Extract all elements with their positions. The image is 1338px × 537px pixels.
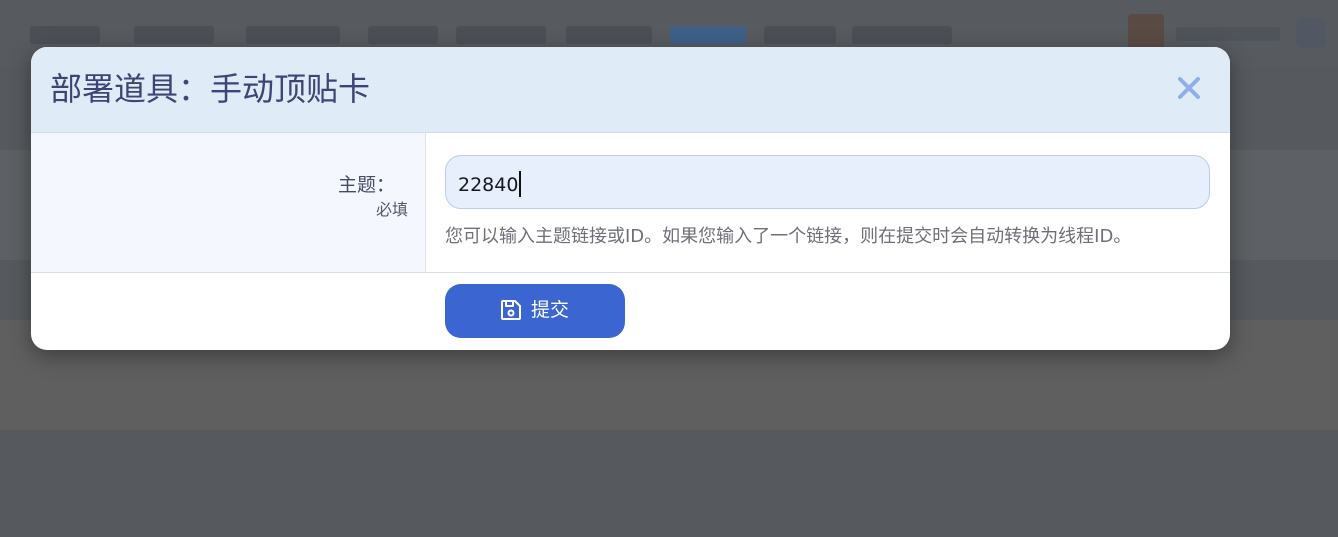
- submit-label: 提交: [531, 299, 570, 321]
- topic-input-value: 22840: [458, 171, 522, 197]
- save-icon: [499, 298, 523, 322]
- background-nav-item: [852, 26, 952, 44]
- background-nav-item: [246, 26, 340, 44]
- deploy-item-dialog: 部署道具：手动顶贴卡 主题： 必填 22840 您可以输入主题链接或ID。如果您…: [31, 47, 1230, 350]
- dialog-footer: 提交: [31, 273, 1230, 350]
- topic-input-text: 22840: [458, 174, 519, 196]
- background-nav-item: [368, 26, 438, 44]
- background-nav-item: [566, 26, 652, 44]
- submit-button[interactable]: 提交: [445, 284, 625, 338]
- text-caret: [519, 171, 522, 197]
- background-nav-item: [30, 26, 100, 44]
- topic-input[interactable]: 22840: [445, 155, 1210, 209]
- topic-label: 主题：: [337, 174, 395, 196]
- background-username: [1176, 27, 1280, 41]
- dialog-header: 部署道具：手动顶贴卡: [31, 47, 1230, 133]
- close-icon[interactable]: [1174, 73, 1204, 103]
- background-nav-item: [764, 26, 836, 44]
- background-button: [1296, 18, 1326, 48]
- topic-label-cell: 主题： 必填: [31, 133, 426, 272]
- background-avatar: [1128, 14, 1164, 50]
- dialog-title: 部署道具：手动顶贴卡: [50, 70, 371, 108]
- background-nav-item: [134, 26, 214, 44]
- topic-hint: 您可以输入主题链接或ID。如果您输入了一个链接，则在提交时会自动转换为线程ID。: [445, 226, 1132, 247]
- background-nav-item: [670, 26, 746, 44]
- background-nav-item: [456, 26, 546, 44]
- required-note: 必填: [375, 200, 408, 219]
- topic-form-row: 主题： 必填 22840 您可以输入主题链接或ID。如果您输入了一个链接，则在提…: [31, 133, 1230, 273]
